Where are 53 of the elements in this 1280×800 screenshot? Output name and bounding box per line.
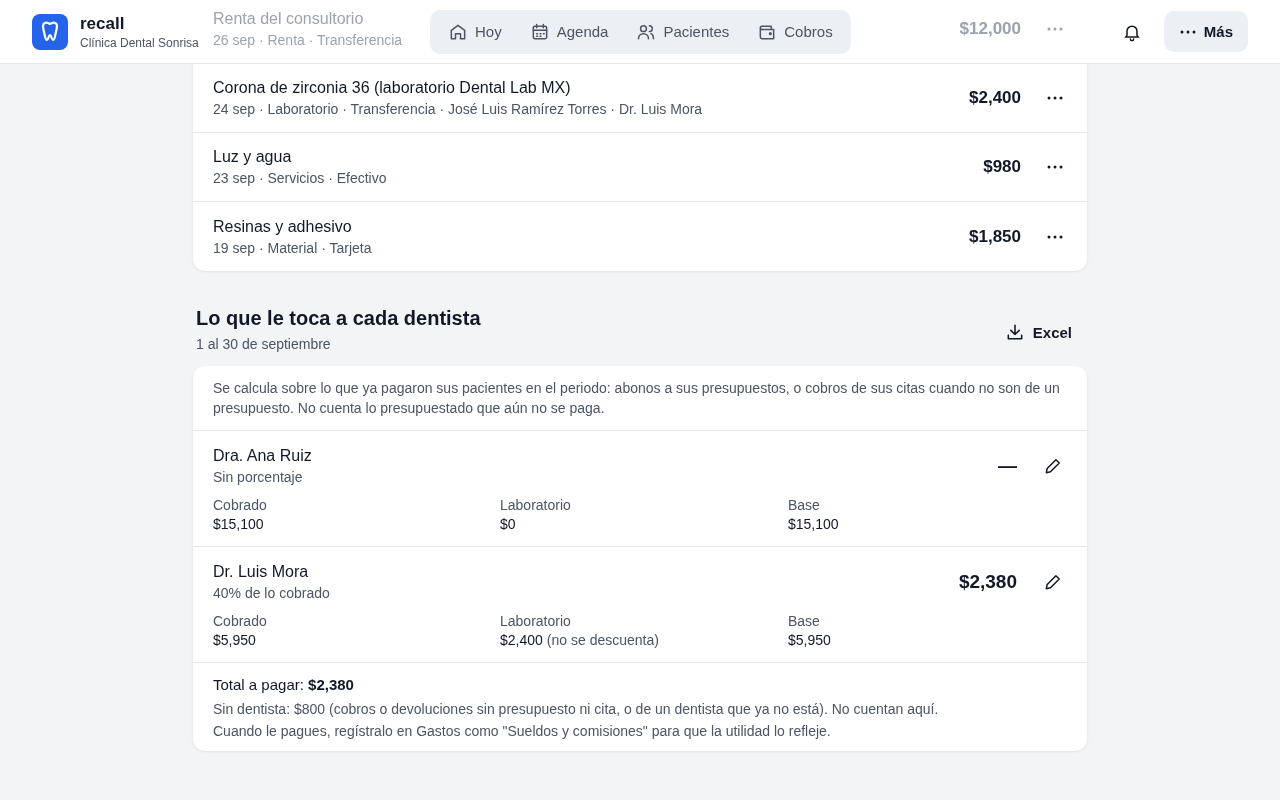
stat-value: $5,950 xyxy=(788,632,831,648)
excel-export-button[interactable]: Excel xyxy=(992,316,1084,348)
dots-icon xyxy=(1179,29,1196,34)
commission-rule: 40% de lo cobrado xyxy=(213,585,330,601)
expense-details: 23 sep · Servicios · Efectivo xyxy=(213,170,387,186)
footnote-text: Sin dentista: $800 (cobros o devoluciones sin presupuesto ni cita, o de un dentista que ya no está). No cuentan aquí. xyxy=(213,701,940,717)
stat-label: Cobrado xyxy=(213,613,268,629)
clinic-name: Clínica Dental Sonrisa xyxy=(80,35,199,50)
footnote-text: Cuando le pagues, regístralo en Gastos como "Sueldos y comisiones" para que la utilidad lo refleje. xyxy=(213,723,832,739)
stat-label: Laboratorio xyxy=(500,497,572,513)
stat-label: Base xyxy=(788,497,821,513)
section-title: Lo que le toca a cada dentista xyxy=(196,307,482,330)
commission-amount: $2,380 xyxy=(958,571,1017,593)
expense-details: 26 sep · Renta · Transferencia xyxy=(213,32,403,48)
dots-icon xyxy=(1047,234,1063,239)
dentist-name: Dr. Luis Mora xyxy=(213,563,309,581)
expense-title: Corona de zirconia 36 (laboratorio Dental Lab MX) xyxy=(213,79,571,97)
expense-title: Luz y agua xyxy=(213,148,292,166)
pencil-icon xyxy=(1043,572,1063,592)
stat-value: $0 xyxy=(500,516,516,532)
tooth-logo-icon xyxy=(32,13,68,50)
expense-amount: $1,850 xyxy=(969,226,1021,247)
expense-details: 19 sep · Material · Tarjeta xyxy=(213,239,372,256)
expense-amount: $2,400 xyxy=(969,88,1021,108)
expense-amount: $980 xyxy=(983,157,1021,177)
pencil-icon xyxy=(1043,456,1063,476)
period-label: 1 al 30 de septiembre xyxy=(196,336,332,352)
stat-value: $15,100 xyxy=(788,516,839,532)
stat-label: Base xyxy=(788,613,821,629)
dots-icon xyxy=(1047,96,1063,100)
dots-icon xyxy=(1047,27,1063,31)
dentist-name: Dra. Ana Ruiz xyxy=(213,447,312,465)
nav-tab[interactable]: Agenda xyxy=(517,13,621,50)
nav-tab[interactable]: Cobros xyxy=(745,13,845,50)
nav-tab[interactable]: Hoy xyxy=(436,13,514,50)
expense-details: 24 sep · Laboratorio · Transferencia · José Luis Ramírez Torres · Dr. Luis Mora xyxy=(213,101,703,117)
commission-amount: — xyxy=(998,455,1017,477)
stat-value: $15,100 xyxy=(213,516,264,532)
stat-label: Cobrado xyxy=(213,497,268,513)
nav-tab[interactable]: Pacientes xyxy=(624,13,742,50)
explanation-text: Se calcula sobre lo que ya pagaron sus pacientes en el periodo: abonos a sus presupuestos, o cobros de sus citas cuando no son de un presupuesto. No cuenta lo presupuestado que aún no se paga. xyxy=(193,366,1087,431)
commission-rule: Sin porcentaje xyxy=(213,469,303,485)
stat-value: $5,950 xyxy=(213,632,256,648)
dots-icon xyxy=(1047,165,1063,169)
total-to-pay: Total a pagar: $2,380 xyxy=(213,676,355,693)
stat-value: $2,400 xyxy=(500,632,543,648)
stat-label: Laboratorio xyxy=(500,613,572,629)
expense-title: Renta del consultorio xyxy=(213,10,364,28)
app-name: recall xyxy=(80,13,126,34)
expense-title: Resinas y adhesivo xyxy=(213,217,352,236)
more-button[interactable]: Más xyxy=(1163,11,1248,52)
expense-amount: $12,000 xyxy=(959,19,1021,39)
stat-note: (no se descuenta) xyxy=(546,632,659,648)
